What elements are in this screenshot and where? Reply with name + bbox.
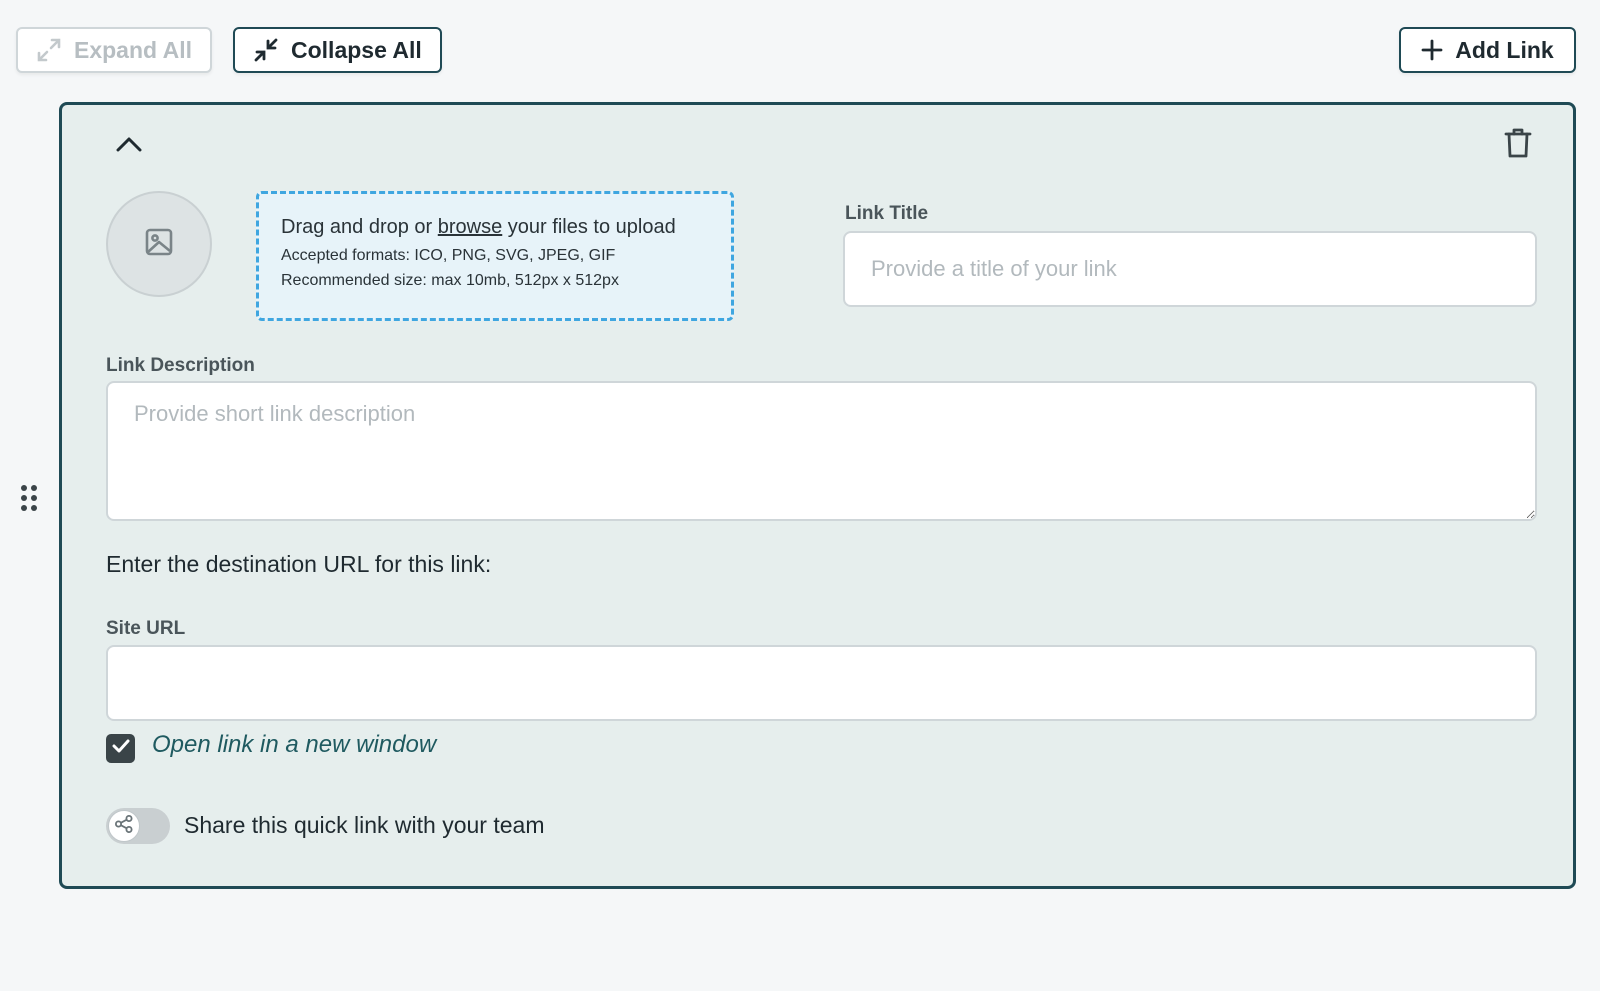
collapse-all-button[interactable]: Collapse All <box>233 27 442 73</box>
check-icon <box>112 738 130 759</box>
open-new-window-label[interactable]: Open link in a new window <box>152 731 436 759</box>
expand-arrows-icon <box>36 37 62 63</box>
site-url-label: Site URL <box>106 618 186 639</box>
trash-icon[interactable] <box>1503 127 1533 159</box>
plus-icon <box>1421 39 1443 61</box>
link-description-label: Link Description <box>106 355 255 376</box>
link-description-input[interactable] <box>106 381 1537 521</box>
expand-all-label: Expand All <box>74 36 192 63</box>
share-toggle-label: Share this quick link with your team <box>184 812 545 838</box>
recommended-size: Recommended size: max 10mb, 512px x 512p… <box>281 272 619 289</box>
collapse-arrows-icon <box>253 37 279 63</box>
expand-all-button[interactable]: Expand All <box>16 27 212 73</box>
collapse-all-label: Collapse All <box>291 36 422 63</box>
add-link-label: Add Link <box>1455 36 1554 63</box>
drag-dots-icon[interactable] <box>20 484 40 514</box>
destination-prompt: Enter the destination URL for this link: <box>106 551 492 577</box>
add-link-button[interactable]: Add Link <box>1399 27 1576 73</box>
browse-link[interactable]: browse <box>438 216 502 238</box>
open-new-window-checkbox[interactable] <box>106 734 135 763</box>
share-toggle[interactable] <box>106 808 170 844</box>
chevron-up-icon[interactable] <box>114 133 144 157</box>
link-title-input[interactable] <box>843 231 1537 307</box>
link-title-label: Link Title <box>845 203 929 224</box>
site-url-input[interactable] <box>106 645 1537 721</box>
image-icon <box>144 227 174 262</box>
dropzone-instructions: Drag and drop or browse your files to up… <box>281 216 676 238</box>
link-card: Drag and drop or browse your files to up… <box>59 102 1576 889</box>
share-icon <box>114 814 134 839</box>
file-dropzone[interactable]: Drag and drop or browse your files to up… <box>256 191 734 321</box>
avatar-placeholder[interactable] <box>106 191 212 297</box>
accepted-formats: Accepted formats: ICO, PNG, SVG, JPEG, G… <box>281 247 616 264</box>
